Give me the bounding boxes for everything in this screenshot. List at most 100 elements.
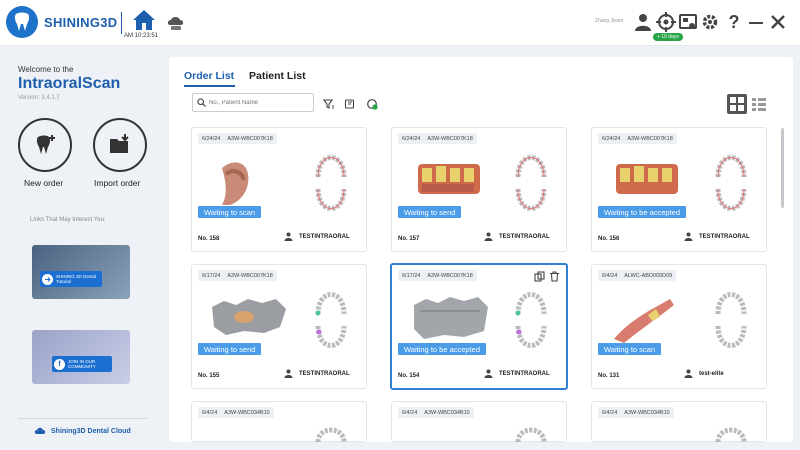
order-number: No. 156 [598, 236, 620, 242]
order-code: A3W-WBC007K18 [427, 272, 473, 279]
order-code: A3W-WBC034B10 [624, 409, 670, 416]
new-order-label[interactable]: New order [24, 178, 63, 188]
cloud-icon [34, 427, 46, 434]
home-icon[interactable] [131, 8, 157, 32]
order-date: 6/17/24 [402, 272, 421, 279]
status-badge: Waiting to scan [198, 206, 261, 218]
sidebar-separator [18, 418, 148, 419]
order-code: A3W-WBC034B10 [224, 409, 270, 416]
order-tag: 6/4/24 ALWC-ABD009D09 [598, 270, 677, 281]
order-tag: 6/17/24 A3W-WBC007K18 [198, 270, 277, 281]
order-code: ALWC-ABD009D09 [624, 272, 673, 279]
dental-cloud-link[interactable]: Shining3D Dental Cloud [34, 427, 131, 435]
scan-thumbnail [418, 164, 480, 194]
patient-info: TESTINTRAORAL [284, 232, 350, 241]
dental-arch-icon [515, 292, 547, 348]
patient-name: TESTINTRAORAL [499, 233, 550, 240]
patient-name: TESTINTRAORAL [499, 370, 550, 377]
patient-info: TESTINTRAORAL [484, 369, 550, 378]
dental-arch-icon [715, 292, 747, 348]
target-icon[interactable] [656, 12, 676, 32]
patient-icon [284, 232, 293, 241]
trash-icon[interactable] [549, 269, 560, 282]
arrow-right-icon [42, 273, 53, 285]
search-box[interactable] [192, 93, 314, 112]
scan-thumbnail [414, 297, 488, 339]
dental-arch-icon [315, 292, 347, 348]
order-card[interactable]: 6/4/24 A3W-WBC034B10 [591, 401, 767, 442]
import-order-button[interactable] [93, 118, 147, 172]
scrollbar[interactable] [781, 128, 784, 208]
order-card-selected[interactable]: 6/17/24 A3W-WBC007K18 Waiting to be accep… [390, 263, 568, 390]
scan-thumbnail [616, 164, 678, 194]
header-divider [121, 12, 122, 34]
order-number: No. 131 [598, 373, 620, 379]
order-code: A3W-WBC007K18 [627, 135, 673, 142]
minimize-icon[interactable] [746, 12, 766, 32]
patient-info: test-elite [684, 369, 724, 378]
tab-order-list[interactable]: Order List [184, 70, 234, 82]
tutorial-promo[interactable]: SHINING 3D Dental Tutorial [32, 245, 130, 299]
patient-icon [484, 369, 493, 378]
dental-arch-icon [315, 427, 347, 442]
order-tag: 6/24/24 A3W-WBC007K18 [598, 133, 677, 144]
dental-arch-icon [515, 155, 547, 211]
patient-icon [684, 232, 693, 241]
scan-thumbnail [222, 162, 249, 205]
order-card[interactable]: 6/24/24 A3W-WBC007K18 Waiting to scan No.… [191, 127, 367, 252]
tooth-logo-icon [6, 6, 38, 38]
version-text: Version: 3.4.1.7 [18, 95, 60, 101]
screen-settings-icon[interactable] [678, 12, 698, 32]
tab-patient-list[interactable]: Patient List [249, 70, 306, 82]
order-tag: 6/24/24 A3W-WBC007K18 [398, 133, 477, 144]
order-number: No. 157 [398, 236, 420, 242]
patient-icon [684, 369, 693, 378]
gear-icon[interactable] [700, 12, 720, 32]
card-actions [530, 269, 560, 282]
status-badge: Waiting to scan [598, 343, 661, 355]
patient-name: TESTINTRAORAL [299, 233, 350, 240]
user-icon[interactable] [633, 12, 653, 32]
order-date: 6/17/24 [202, 272, 221, 279]
active-tab-underline [184, 85, 235, 87]
order-date: 6/24/24 [202, 135, 221, 142]
new-order-button[interactable] [18, 118, 72, 172]
order-tag: 6/4/24 A3W-WBC034B10 [198, 407, 274, 418]
dental-arch-icon [715, 427, 747, 442]
dental-arch-icon [715, 155, 747, 211]
patient-name: test-elite [699, 370, 724, 377]
tooth-plus-icon [36, 135, 55, 154]
folder-import-icon [110, 134, 129, 153]
clock: AM 10:23:51 [124, 33, 159, 39]
license-days-badge: + 10 days [653, 33, 683, 41]
help-icon[interactable]: ? [724, 12, 744, 32]
grid-icon [730, 97, 744, 111]
grid-view-button[interactable] [727, 94, 747, 114]
order-card[interactable]: 6/24/24 A3W-WBC007K18 Waiting to be accep… [591, 127, 767, 252]
notes-icon[interactable] [344, 97, 356, 109]
order-date: 6/24/24 [402, 135, 421, 142]
order-card[interactable]: 6/17/24 A3W-WBC007K18 Waiting to send No.… [191, 264, 367, 389]
order-date: 6/4/24 [602, 409, 618, 416]
import-order-label[interactable]: Import order [94, 178, 140, 188]
sync-icon[interactable] [366, 97, 378, 110]
user-name: Zhang Jiwan [595, 18, 624, 24]
copy-icon[interactable] [534, 269, 545, 282]
cloud-status-icon[interactable] [165, 11, 187, 33]
order-card[interactable]: 6/4/24 A3W-WBC034B10 [191, 401, 367, 442]
order-number: No. 158 [198, 236, 220, 242]
dental-arch-icon [515, 427, 547, 442]
order-code: A3W-WBC007K18 [227, 272, 273, 279]
close-icon[interactable] [768, 12, 788, 32]
order-card[interactable]: 6/24/24 A3W-WBC007K18 Waiting to send No.… [391, 127, 567, 252]
order-card[interactable]: 6/4/24 A3W-WBC034B10 [391, 401, 567, 442]
list-view-button[interactable] [749, 94, 769, 114]
community-label: JOIN IN OUR COMMUNITY [68, 359, 96, 369]
order-card[interactable]: 6/4/24 ALWC-ABD009D09 Waiting to scan No.… [591, 264, 767, 389]
patient-info: TESTINTRAORAL [484, 232, 550, 241]
community-promo[interactable]: f JOIN IN OUR COMMUNITY [32, 330, 130, 384]
order-number: No. 154 [398, 373, 420, 379]
patient-icon [284, 369, 293, 378]
search-input[interactable] [209, 99, 309, 106]
filter-icon[interactable] [322, 97, 335, 109]
